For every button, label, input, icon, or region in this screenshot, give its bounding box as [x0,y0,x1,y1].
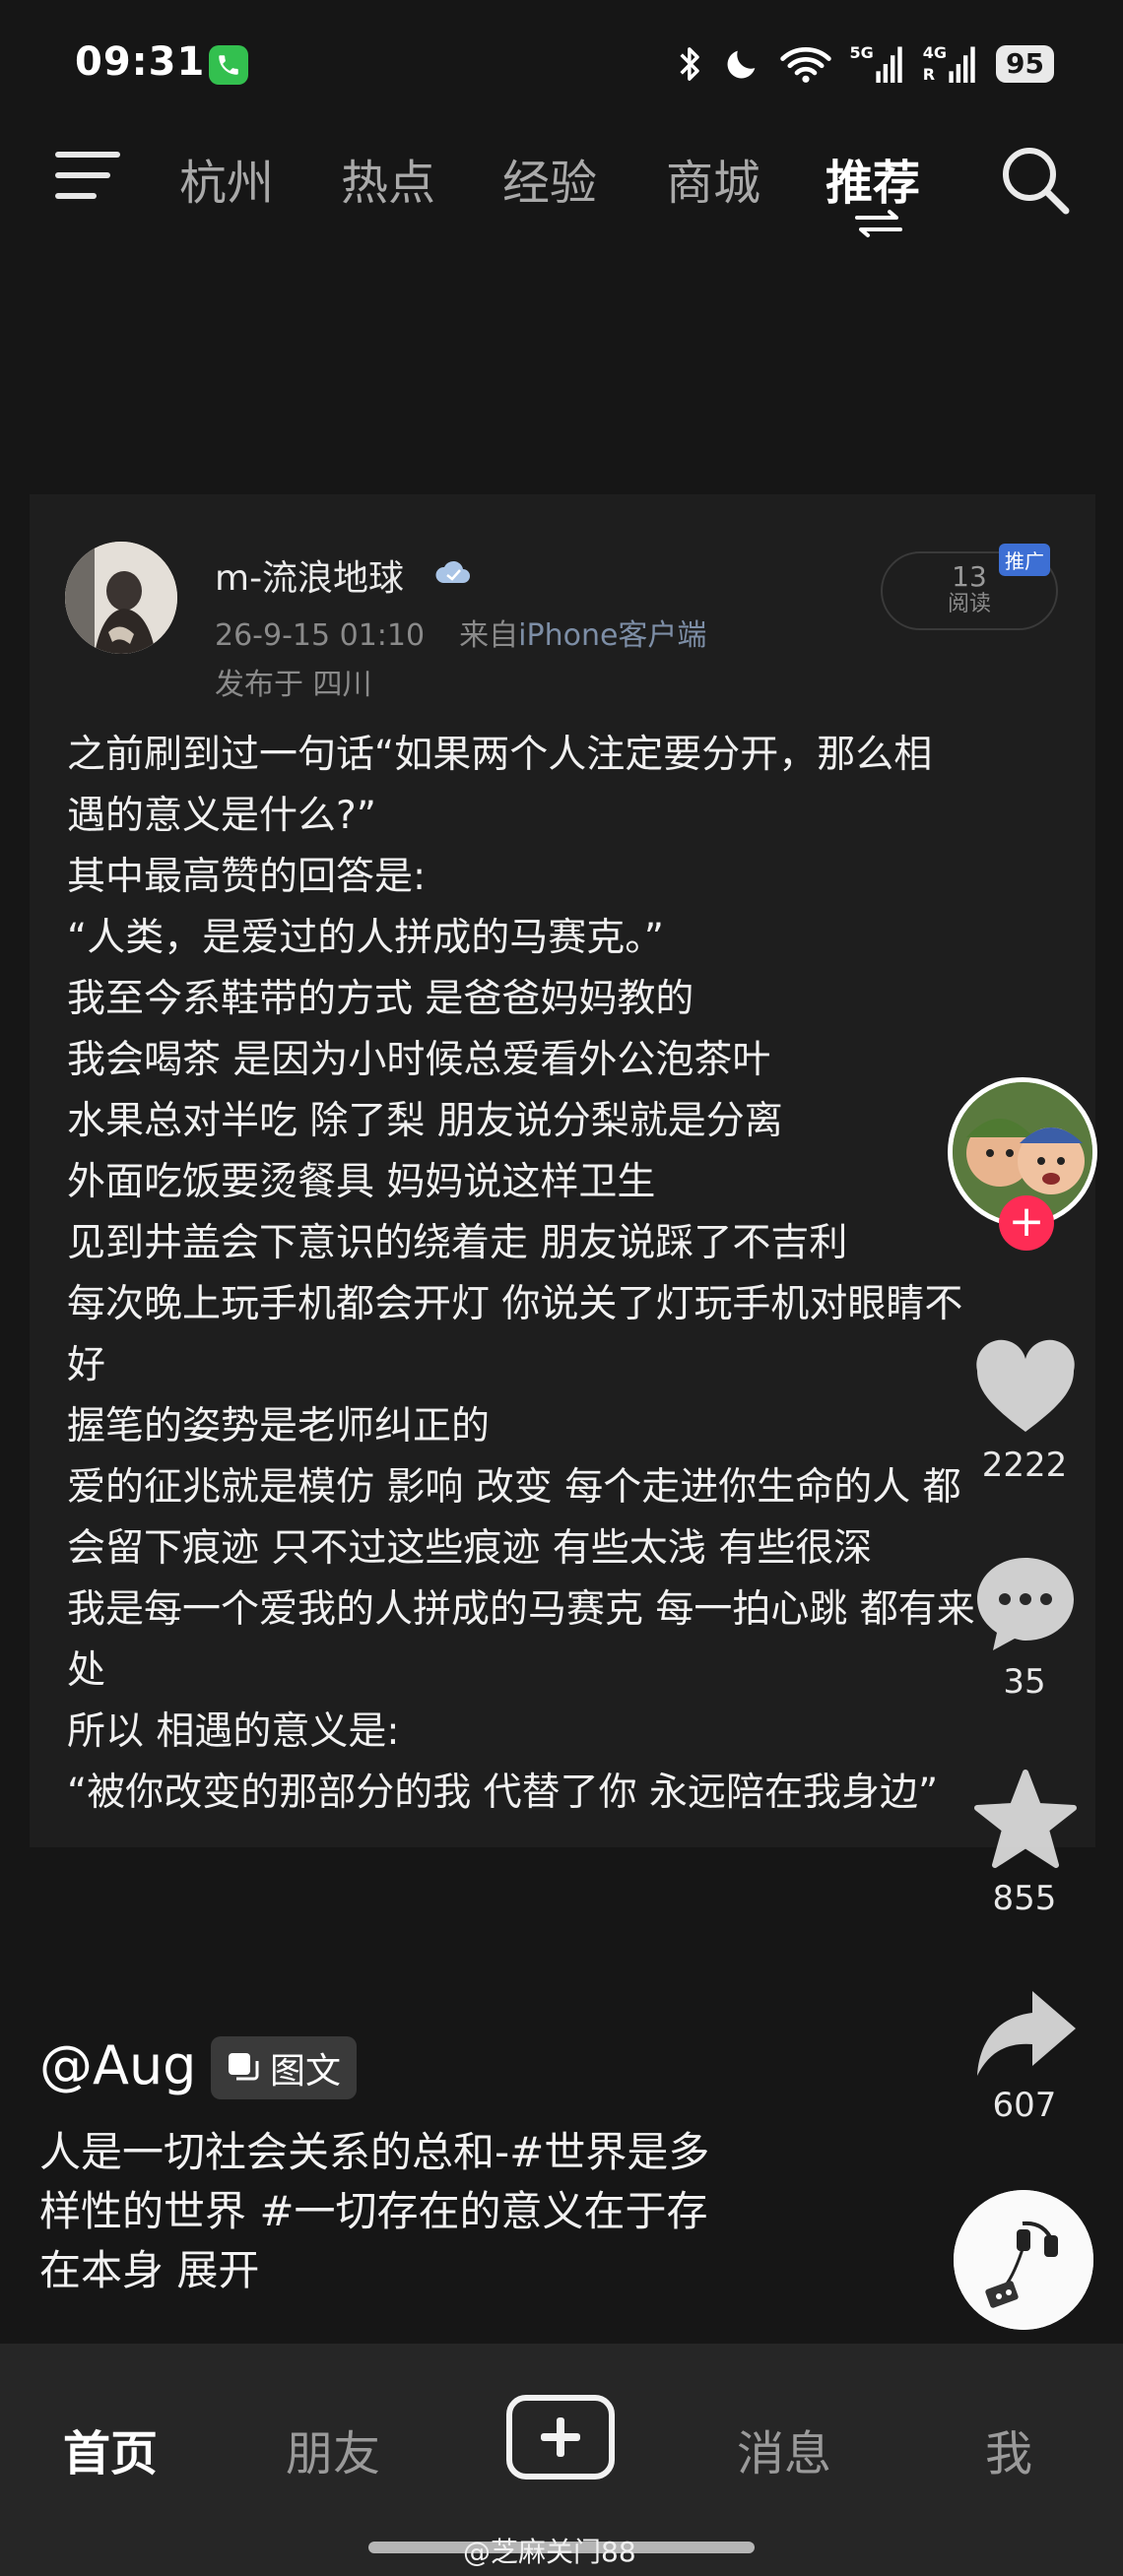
post-line: 每次晚上玩手机都会开灯 你说关了灯玩手机对眼睛不 [67,1282,963,1326]
caption-line: 人是一切社会关系的总和-#世界是多 [39,2128,710,2176]
signal-5g-icon: 5G [850,45,905,83]
image-text-icon [229,2053,259,2081]
post-from-label: 来自 [459,618,519,653]
moon-icon [727,50,755,79]
signal2-label: 4G [922,43,948,62]
nav-friends[interactable]: 朋友 [286,2415,380,2483]
read-label: 阅读 [947,592,991,616]
follow-button[interactable]: + [999,1195,1054,1251]
post-line: 见到井盖会下意识的绕着走 朋友说踩了不吉利 [67,1221,848,1265]
music-disc[interactable] [954,2190,1093,2330]
post-location: 发布于 四川 [215,668,372,702]
phone-call-icon [209,45,248,85]
post-line: 我是每一个爱我的人拼成的马赛克 每一拍心跳 都有来 [67,1587,975,1632]
post-line: 之前刷到过一句话“如果两个人注定要分开，那么相 [67,733,933,777]
plus-icon [541,2417,580,2457]
post-line: 所以 相遇的意义是: [67,1709,400,1754]
verified-cloud-icon [435,560,470,583]
image-text-tag: 图文 [211,2036,358,2099]
post-line: 水果总对半吃 除了梨 朋友说分梨就是分离 [67,1099,783,1143]
post-line: 爱的征兆就是模仿 影响 改变 每个走进你生命的人 都 [67,1465,961,1510]
tab-hangzhou[interactable]: 杭州 [179,144,274,213]
favorite-star-icon[interactable] [971,1767,1080,1875]
image-text-label: 图文 [270,2051,342,2092]
switch-arrows-icon[interactable] [855,209,902,238]
post-line: “被你改变的那部分的我 代替了你 永远陪在我身边” [67,1771,939,1815]
author-name[interactable]: m-流浪地球 [215,549,404,601]
post-line: 其中最高赞的回答是: [67,855,427,899]
menu-icon[interactable] [55,150,120,201]
signal-4g-icon: 4G R [923,45,978,83]
like-count: 2222 [981,1446,1068,1485]
post-line: 会留下痕迹 只不过这些痕迹 有些太浅 有些很深 [67,1526,873,1571]
post-line: “人类，是爱过的人拼成的马赛克。” [67,916,664,960]
comment-count: 35 [1003,1662,1046,1702]
share-count: 607 [992,2086,1057,2125]
favorite-count: 855 [992,1879,1057,1918]
wifi-icon [779,47,831,83]
post-line: 我会喝茶 是因为小时候总爱看外公泡茶叶 [67,1038,771,1082]
post-date: 26-9-15 01:10 [215,618,426,653]
caption-line: 样性的世界 #一切存在的意义在于存 [39,2187,708,2235]
post-body: 之前刷到过一句话“如果两个人注定要分开，那么相 遇的意义是什么?” 其中最高赞的… [67,725,1062,1824]
watermark: @芝麻关门88 [463,2536,636,2568]
caption-line: 在本身 展开 [39,2246,260,2294]
like-heart-icon[interactable] [971,1335,1080,1444]
post-line: 握笔的姿势是老师纠正的 [67,1404,491,1449]
post-line: 好 [67,1343,106,1387]
status-time: 09:31 [75,39,206,85]
bluetooth-icon [679,47,699,81]
creator-handle[interactable]: @Aug [39,2034,196,2096]
nav-me[interactable]: 我 [985,2415,1032,2483]
nav-home[interactable]: 首页 [63,2415,158,2483]
caption-text[interactable]: 人是一切社会关系的总和-#世界是多 样性的世界 #一切存在的意义在于存 在本身 … [39,2123,906,2300]
signal1-label: 5G [849,43,874,62]
post-line: 处 [67,1648,106,1693]
tab-mall[interactable]: 商城 [666,144,760,213]
status-icons: 5G 4G R 95 [677,39,1054,89]
nav-messages[interactable]: 消息 [737,2415,831,2483]
tab-recommend[interactable]: 推荐 [826,144,920,213]
search-icon[interactable] [999,144,1072,217]
post-line: 我至今系鞋带的方式 是爸爸妈妈教的 [67,977,694,1021]
battery-indicator: 95 [996,45,1054,83]
share-arrow-icon[interactable] [971,1981,1080,2090]
tab-hot[interactable]: 热点 [341,144,435,213]
roaming-label: R [922,65,936,84]
author-avatar[interactable] [65,542,177,654]
promo-badge: 推广 [999,544,1050,576]
post-client: iPhone客户端 [518,618,707,653]
create-post-button[interactable] [506,2395,615,2479]
comment-bubble-icon[interactable] [971,1550,1080,1658]
post-meta: 26-9-15 01:10 来自iPhone客户端 [215,611,706,654]
post-line: 外面吃饭要烫餐具 妈妈说这样卫生 [67,1160,656,1204]
tab-experience[interactable]: 经验 [502,144,597,213]
post-line: 遇的意义是什么?” [67,794,376,838]
